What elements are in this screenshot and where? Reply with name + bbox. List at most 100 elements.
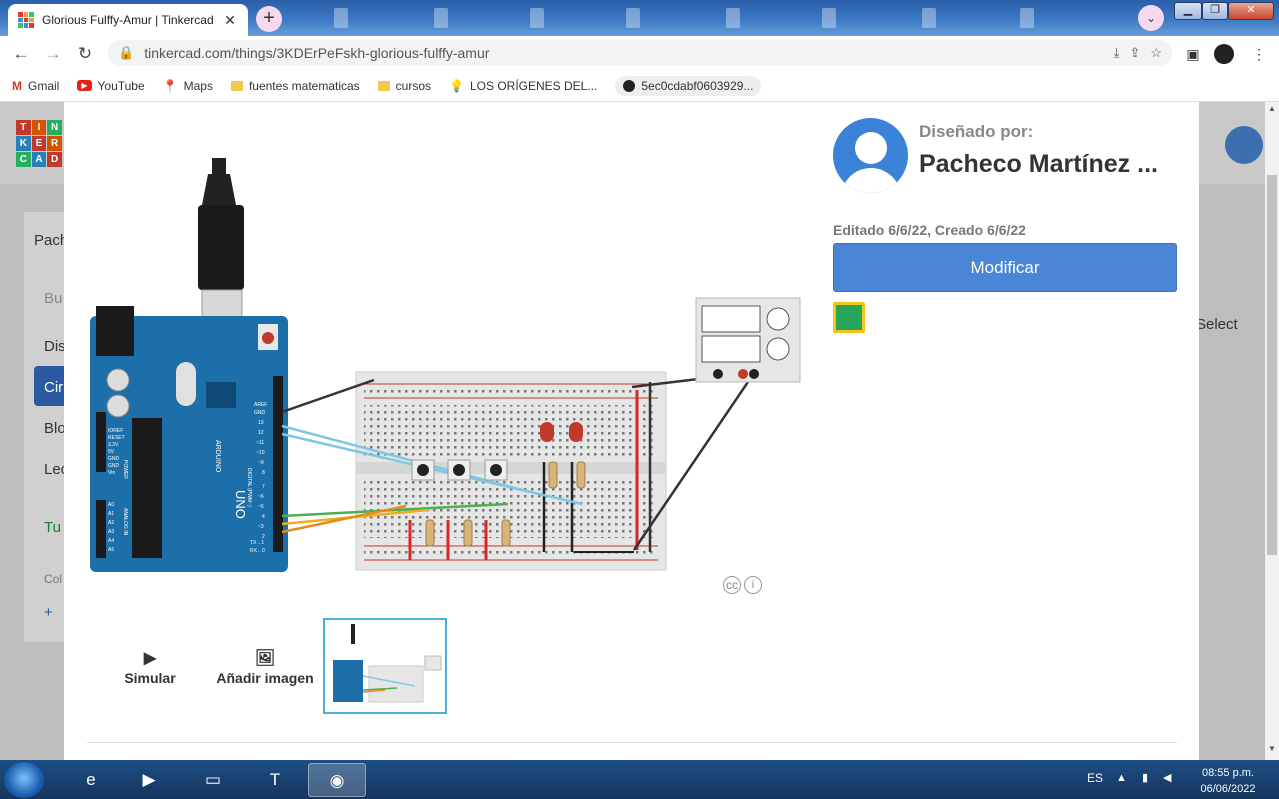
- internet-explorer-icon[interactable]: e: [62, 763, 120, 797]
- pin-label: ~11: [256, 440, 264, 446]
- background-tab[interactable]: [530, 8, 544, 28]
- led: [569, 422, 583, 442]
- user-avatar[interactable]: [1225, 126, 1263, 164]
- bookmark-github[interactable]: 5ec0cdabf0603929...: [615, 75, 762, 96]
- bookmark-gmail[interactable]: M Gmail: [12, 79, 59, 93]
- power-supply-terminal: [749, 369, 759, 379]
- background-tab[interactable]: [822, 8, 836, 28]
- pin-label: 5V: [108, 449, 115, 455]
- bookmark-origenes[interactable]: 💡 LOS ORÍGENES DEL...: [449, 79, 597, 93]
- bookmark-star-icon[interactable]: ☆: [1150, 45, 1162, 61]
- clock[interactable]: 08:55 p.m. 06/06/2022: [1190, 765, 1266, 797]
- background-tab[interactable]: [726, 8, 740, 28]
- pin-label: 4: [262, 514, 265, 520]
- resistor: [501, 519, 511, 547]
- pin-label: A5: [108, 547, 114, 553]
- tinkercad-logo[interactable]: T I N K E R C A D: [16, 120, 62, 167]
- close-window-button[interactable]: ✕: [1228, 2, 1274, 20]
- pin-label: A0: [108, 502, 114, 508]
- push-button-cap: [453, 464, 465, 476]
- install-icon[interactable]: ⤓: [1114, 45, 1120, 61]
- share-icon[interactable]: ⇪: [1129, 45, 1140, 61]
- url-text[interactable]: tinkercad.com/things/3KDErPeFskh-gloriou…: [144, 45, 1104, 61]
- circuit-preview[interactable]: UNO ARDUINO AREF GND 13 12 ~11 ~10 ~9 8 …: [88, 150, 808, 580]
- modify-button[interactable]: Modificar: [833, 243, 1177, 292]
- system-tray-icons[interactable]: ▲ ▮ ◀: [1116, 771, 1178, 784]
- background-sidebar-item: Dis: [44, 338, 66, 355]
- creative-commons-icon[interactable]: cc: [723, 576, 741, 594]
- pin-label: 12: [258, 430, 264, 436]
- tab-close-icon[interactable]: ✕: [222, 12, 238, 29]
- power-jack: [96, 306, 134, 356]
- reload-icon[interactable]: ↻: [74, 43, 96, 65]
- lock-icon: 🔒: [118, 45, 135, 60]
- simulate-button[interactable]: ▶ Simular: [112, 648, 188, 686]
- file-explorer-icon[interactable]: ▭: [184, 763, 242, 797]
- clock-date: 06/06/2022: [1200, 783, 1256, 795]
- background-tab[interactable]: [334, 8, 348, 28]
- power-supply-knob: [766, 307, 790, 331]
- maximize-window-button[interactable]: ❐: [1202, 2, 1228, 20]
- bookmark-maps[interactable]: 📍 Maps: [163, 79, 213, 93]
- background-sidebar-item: Tu: [44, 519, 61, 536]
- pin-label: RESET: [108, 435, 125, 441]
- background-select-label: Select: [1196, 316, 1238, 333]
- background-tab[interactable]: [1020, 8, 1034, 28]
- scroll-down-icon[interactable]: ▼: [1265, 744, 1279, 756]
- push-buttons: [411, 459, 508, 481]
- bookmark-fuentes-matematicas[interactable]: fuentes matematicas: [230, 79, 360, 93]
- menu-kebab-icon[interactable]: ⋮: [1248, 43, 1270, 65]
- background-tab[interactable]: [922, 8, 936, 28]
- chrome-taskbar-icon[interactable]: ◉: [308, 763, 366, 797]
- push-button-cap: [417, 464, 429, 476]
- language-indicator[interactable]: ES: [1087, 771, 1103, 785]
- digital-header-label: DIGITAL (PWM~): [246, 468, 252, 507]
- forward-arrow-icon[interactable]: →: [42, 43, 64, 65]
- pin-label: A4: [108, 538, 114, 544]
- pin-label: ~9: [258, 460, 264, 466]
- new-tab-button[interactable]: +: [256, 6, 282, 32]
- author-name[interactable]: Pacheco Martínez ...: [919, 150, 1158, 179]
- google-classroom-icon[interactable]: [833, 302, 865, 333]
- browser-tab[interactable]: Glorious Fulffy-Amur | Tinkercad ✕: [8, 4, 248, 36]
- analog-header: [96, 500, 106, 558]
- start-button[interactable]: [4, 762, 44, 798]
- media-player-icon[interactable]: ▶: [120, 763, 178, 797]
- bookmark-youtube[interactable]: ▶ YouTube: [77, 79, 145, 93]
- tinkercad-favicon-icon: [18, 12, 34, 28]
- background-tab[interactable]: [434, 8, 448, 28]
- scroll-up-icon[interactable]: ▲: [1265, 104, 1279, 116]
- folder-icon: [230, 80, 243, 91]
- pin-label: A2: [108, 520, 114, 526]
- tab-search-dropdown-icon[interactable]: ⌄: [1138, 5, 1164, 31]
- power-supply-display: [701, 335, 761, 363]
- bulb-icon: 💡: [449, 78, 464, 93]
- image-icon: 🖼: [254, 650, 276, 667]
- pin-label: AREF: [254, 402, 267, 408]
- resistor: [576, 461, 586, 489]
- minimize-window-button[interactable]: ▁: [1174, 2, 1202, 20]
- pin-label: ~5: [258, 504, 264, 510]
- folder-icon: [377, 80, 390, 91]
- pin-label: 7: [262, 484, 265, 490]
- teams-icon[interactable]: T: [246, 763, 304, 797]
- bookmark-cursos[interactable]: cursos: [377, 79, 431, 93]
- side-panel-icon[interactable]: ▣: [1182, 43, 1204, 65]
- background-tab[interactable]: [626, 8, 640, 28]
- reset-button: [262, 332, 274, 344]
- edited-date: Editado 6/6/22, Creado 6/6/22: [833, 222, 1026, 238]
- back-arrow-icon[interactable]: ←: [10, 43, 32, 65]
- digital-header: [273, 376, 283, 552]
- address-bar[interactable]: 🔒 tinkercad.com/things/3KDErPeFskh-glori…: [108, 40, 1172, 66]
- capacitor: [106, 394, 130, 418]
- pin-label: Vin: [108, 470, 115, 476]
- profile-avatar[interactable]: [1214, 44, 1234, 64]
- maps-icon: 📍: [162, 78, 178, 93]
- design-thumbnail[interactable]: [323, 618, 447, 714]
- attribution-icon[interactable]: i: [744, 576, 762, 594]
- add-image-button[interactable]: 🖼 Añadir imagen: [210, 648, 320, 686]
- author-avatar[interactable]: [833, 118, 908, 193]
- scrollbar-thumb[interactable]: [1267, 175, 1277, 555]
- resistor: [425, 519, 435, 547]
- power-header: [96, 412, 106, 472]
